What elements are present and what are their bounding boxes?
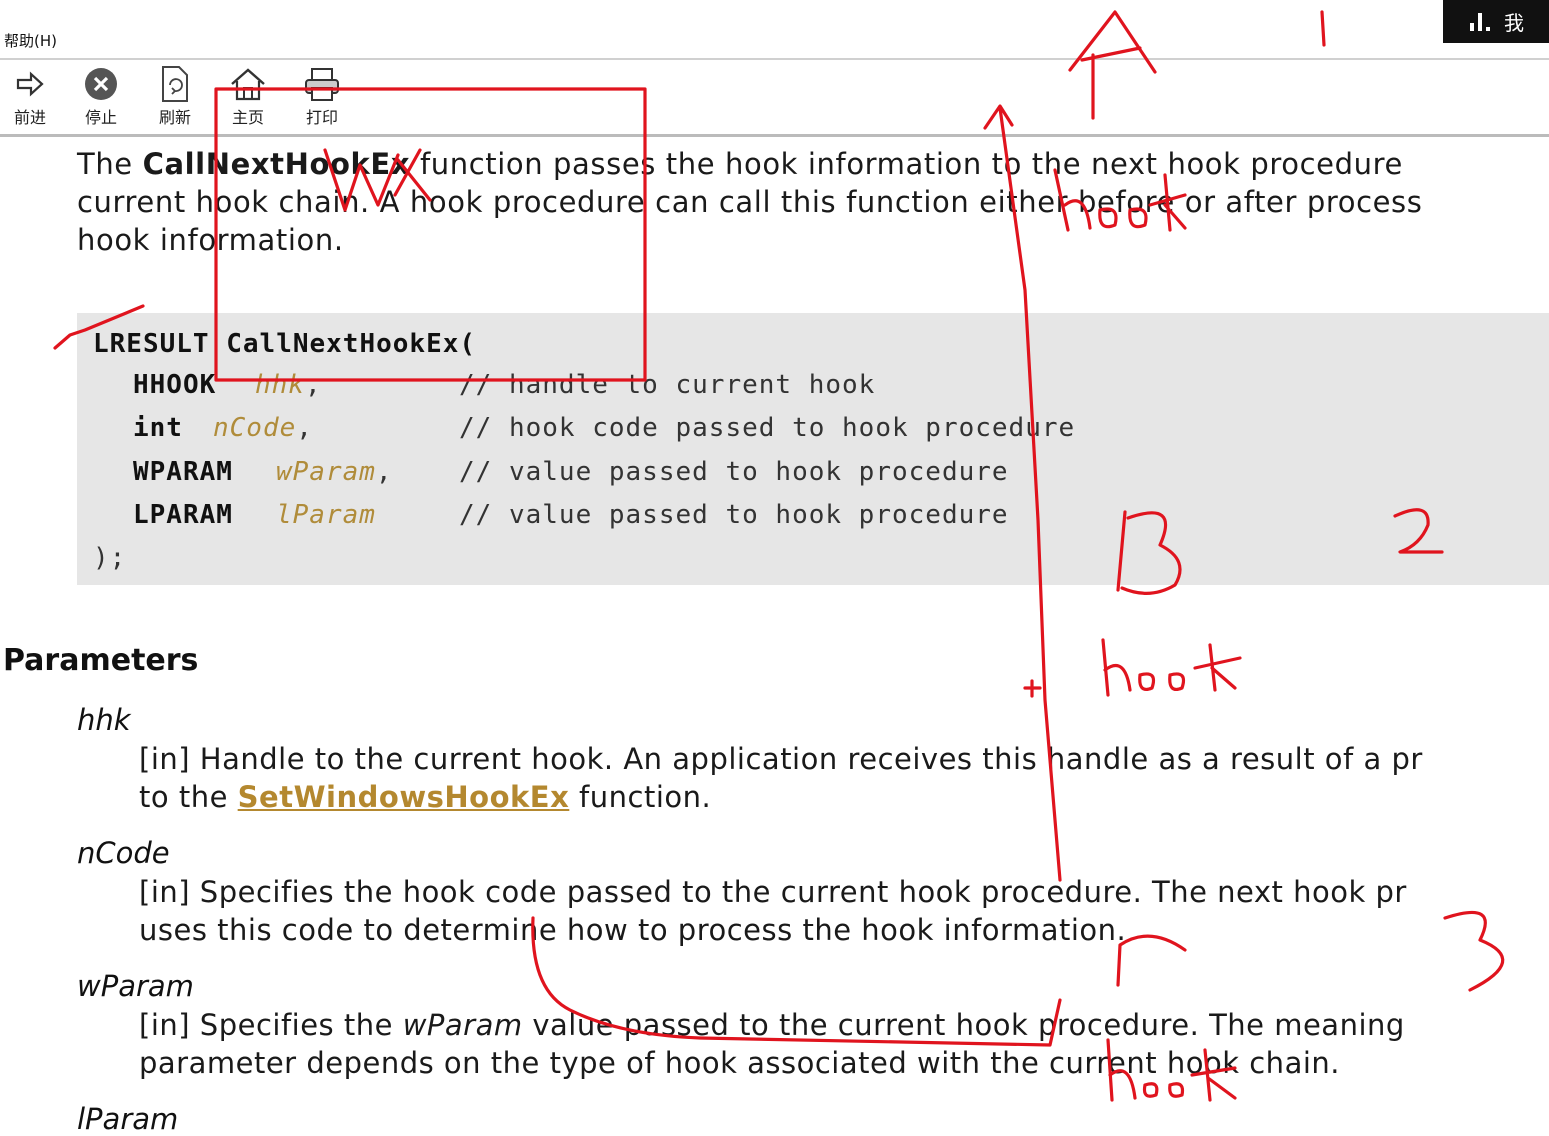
param-name: hhk (255, 370, 305, 400)
param-hhk-line2-prefix: to the (139, 780, 238, 814)
param-ncode-name: nCode (77, 836, 170, 870)
function-description: The CallNextHookEx function passes the h… (77, 145, 1549, 259)
param-wparam-line1-prefix: [in] Specifies the (139, 1008, 403, 1042)
home-button[interactable]: 主页 (218, 64, 278, 128)
param-ncode-desc: [in] Specifies the hook code passed to t… (139, 873, 1549, 949)
function-name: CallNextHookEx (142, 147, 411, 181)
toolbar: 前进 停止 刷新 主页 打印 (0, 60, 1549, 137)
desc-line3: hook information. (77, 223, 344, 257)
desc-line1: function passes the hook information to … (410, 147, 1403, 181)
param-hhk-name: hhk (77, 703, 131, 737)
param-wparam-line2: parameter depends on the type of hook as… (139, 1046, 1340, 1080)
code-param-line: int nCode, (133, 413, 313, 443)
setwindowshookex-link[interactable]: SetWindowsHookEx (238, 780, 570, 814)
return-type: LRESULT (93, 329, 210, 359)
param-sep: , (296, 413, 313, 443)
param-name: wParam (276, 457, 376, 487)
param-type: LPARAM (133, 500, 233, 530)
document-content: The CallNextHookEx function passes the h… (0, 137, 1549, 1136)
parameters-heading: Parameters (3, 643, 199, 678)
param-sep: , (304, 370, 322, 400)
stop-button[interactable]: 停止 (71, 64, 131, 128)
print-label: 打印 (305, 108, 338, 127)
param-ncode-line2: uses this code to determine how to proce… (139, 913, 1127, 947)
code-param-line: HHOOK hhk, (133, 370, 322, 400)
refresh-button[interactable]: 刷新 (145, 64, 205, 128)
refresh-icon (162, 66, 188, 102)
param-type: WPARAM (133, 457, 233, 487)
function-signature-name: CallNextHookEx( (209, 329, 477, 359)
print-icon (305, 68, 339, 101)
code-comment: // value passed to hook procedure (459, 457, 1009, 487)
param-type: HHOOK (133, 370, 217, 400)
param-type: int (133, 413, 183, 443)
code-signature: LRESULT CallNextHookEx( (93, 329, 476, 359)
system-tray[interactable]: 我 (1443, 0, 1549, 43)
home-icon (231, 68, 265, 101)
param-wparam-name: wParam (77, 969, 194, 1003)
code-comment: // hook code passed to hook procedure (459, 413, 1076, 443)
desc-prefix: The (77, 147, 143, 181)
forward-label: 前进 (13, 108, 46, 127)
param-lparam-name: lParam (77, 1102, 179, 1136)
forward-arrow-icon (16, 71, 44, 97)
stop-icon (85, 68, 117, 100)
code-param-line: LPARAM lParam (133, 500, 376, 530)
param-ncode-line1: [in] Specifies the hook code passed to t… (139, 875, 1407, 909)
signal-bars-icon (1470, 12, 1490, 31)
refresh-label: 刷新 (158, 108, 191, 127)
menu-bar: 帮助(H) 我 (0, 0, 1549, 60)
param-hhk-line2-suffix: function. (569, 780, 712, 814)
print-button[interactable]: 打印 (292, 64, 352, 128)
home-label: 主页 (231, 108, 264, 127)
code-comment: // value passed to hook procedure (459, 500, 1009, 530)
param-wparam-line1-suffix: value passed to the current hook procedu… (522, 1008, 1405, 1042)
code-param-line: WPARAM wParam, (133, 457, 393, 487)
code-block: LRESULT CallNextHookEx( HHOOK hhk, // han… (77, 313, 1549, 585)
param-sep: , (375, 457, 393, 487)
tray-text: 我 (1504, 11, 1524, 35)
param-name: nCode (213, 413, 297, 443)
stop-label: 停止 (84, 108, 117, 127)
code-close: ); (93, 543, 127, 573)
param-hhk-desc: [in] Handle to the current hook. An appl… (139, 740, 1549, 816)
param-hhk-line1: [in] Handle to the current hook. An appl… (139, 742, 1423, 776)
forward-button[interactable]: 前进 (0, 64, 60, 128)
param-wparam-line1-em: wParam (402, 1008, 523, 1042)
desc-line2: current hook chain. A hook procedure can… (77, 185, 1423, 219)
param-name: lParam (276, 500, 376, 530)
param-wparam-desc: [in] Specifies the wParam value passed t… (139, 1006, 1549, 1082)
code-comment: // handle to current hook (459, 370, 876, 400)
menu-help[interactable]: 帮助(H) (4, 30, 57, 51)
